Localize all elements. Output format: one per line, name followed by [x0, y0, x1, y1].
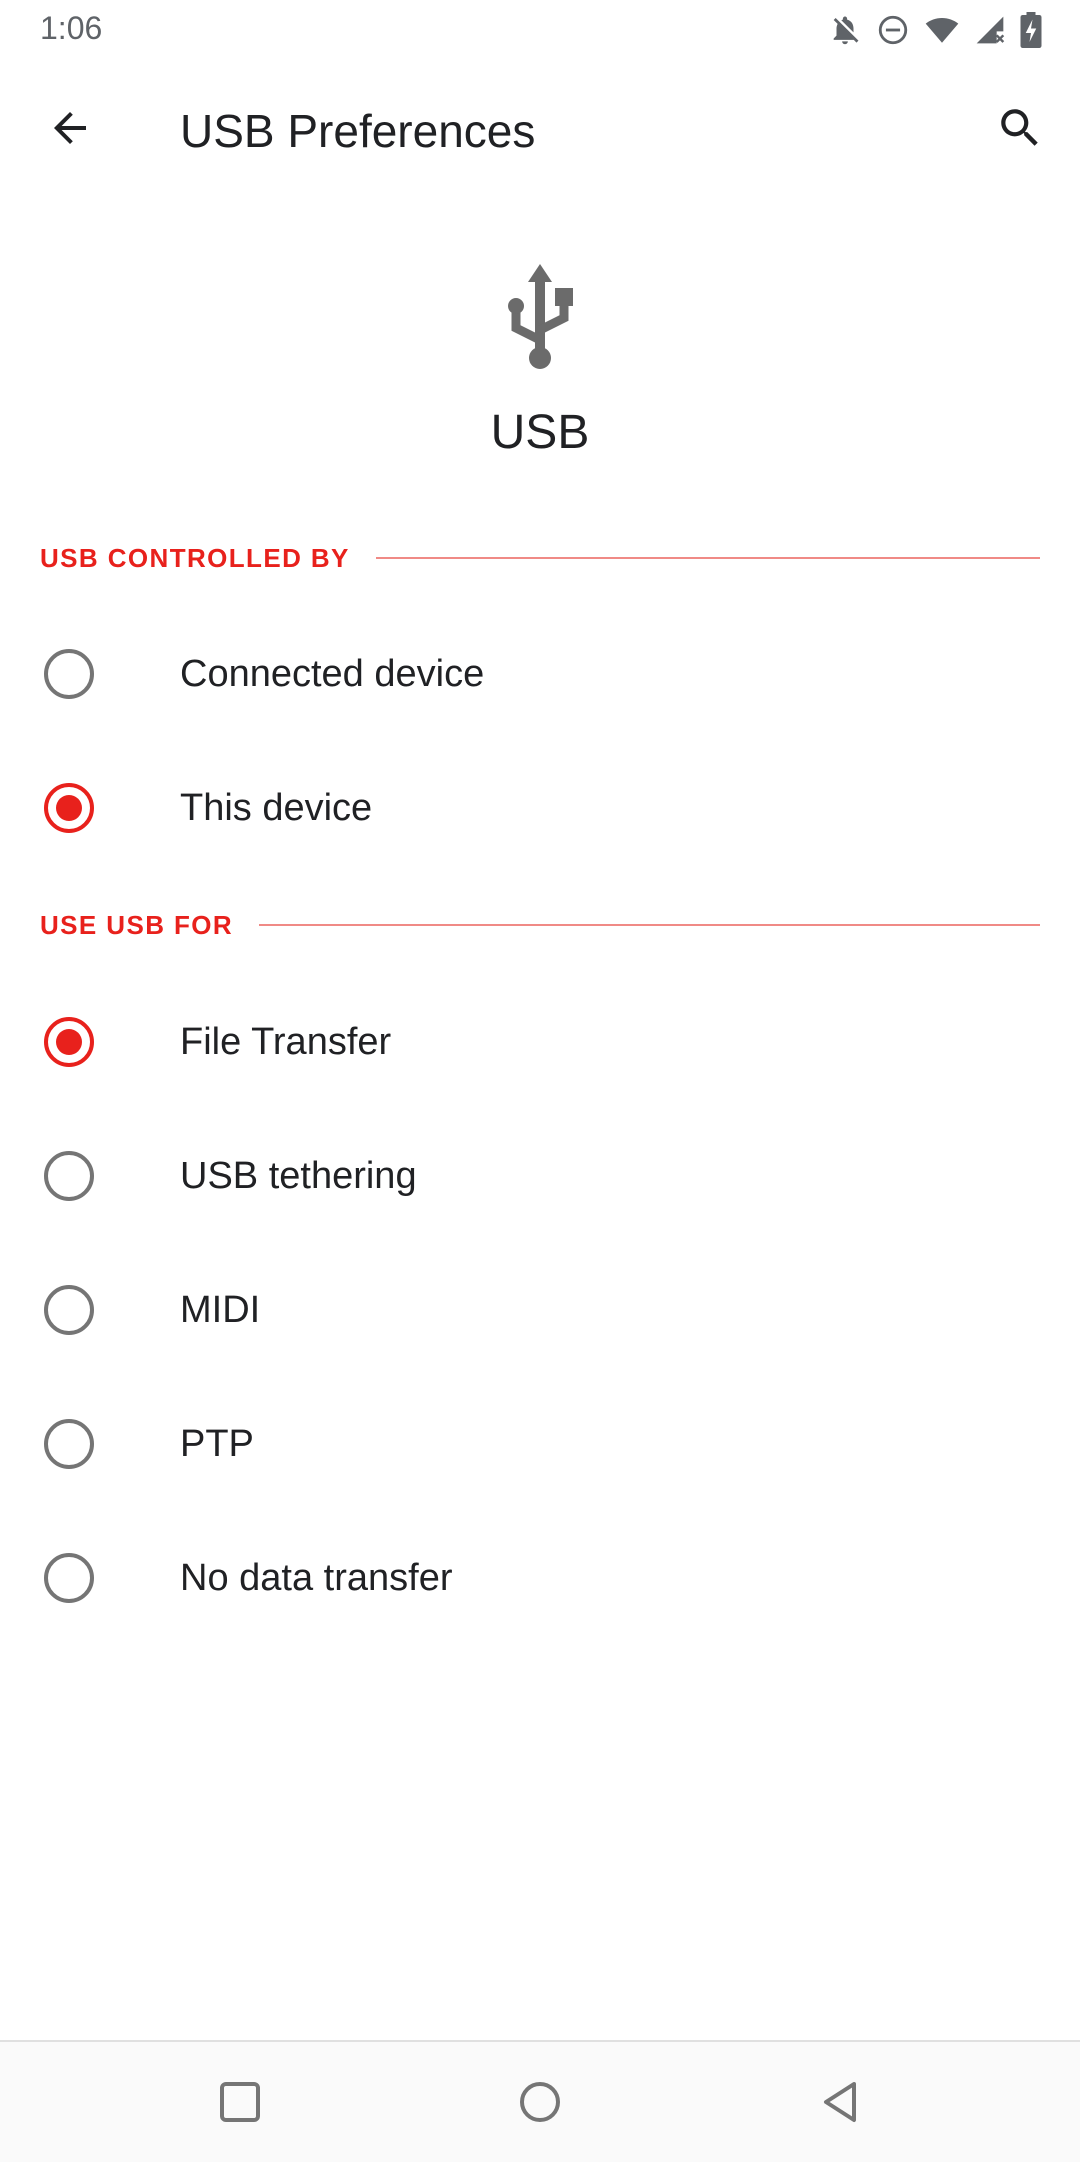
option-no-data-transfer[interactable]: No data transfer	[0, 1511, 1080, 1645]
option-label: USB tethering	[180, 1155, 417, 1197]
navigation-bar	[0, 2040, 1080, 2162]
radio-button[interactable]	[44, 1419, 94, 1469]
section-header-usb-controlled-by: USB CONTROLLED BY	[40, 538, 1040, 578]
battery-charging-icon	[1020, 12, 1042, 48]
usb-icon	[500, 262, 580, 372]
home-button[interactable]	[510, 2072, 570, 2132]
section-label: USE USB FOR	[40, 909, 234, 940]
option-midi[interactable]: MIDI	[0, 1243, 1080, 1377]
back-icon	[824, 2082, 856, 2122]
radio-button-selected[interactable]	[44, 783, 94, 833]
usb-title: USB	[490, 406, 590, 459]
cell-signal-icon	[974, 13, 1006, 47]
section-label: USB CONTROLLED BY	[40, 542, 350, 573]
option-label: File Transfer	[180, 1021, 392, 1063]
option-connected-device[interactable]: Connected device	[0, 607, 1080, 741]
section-divider	[375, 557, 1040, 559]
radio-button[interactable]	[44, 1285, 94, 1335]
option-this-device[interactable]: This device	[0, 741, 1080, 875]
home-icon	[520, 2082, 560, 2122]
option-usb-tethering[interactable]: USB tethering	[0, 1109, 1080, 1243]
option-label: Connected device	[180, 653, 485, 695]
back-arrow-icon	[54, 112, 86, 144]
status-bar: 1:06	[0, 0, 1080, 60]
radio-button[interactable]	[44, 1553, 94, 1603]
section-header-use-usb-for: USE USB FOR	[40, 905, 1040, 945]
recents-icon	[220, 2082, 260, 2122]
option-ptp[interactable]: PTP	[0, 1377, 1080, 1511]
radio-button[interactable]	[44, 1151, 94, 1201]
option-label: MIDI	[180, 1289, 261, 1331]
option-label: No data transfer	[180, 1557, 453, 1599]
back-button[interactable]	[30, 88, 110, 168]
search-button[interactable]	[980, 88, 1060, 168]
option-label: PTP	[180, 1423, 254, 1465]
radio-button[interactable]	[44, 649, 94, 699]
do-not-disturb-icon	[876, 13, 910, 47]
option-label: This device	[180, 787, 373, 829]
recents-button[interactable]	[210, 2072, 270, 2132]
section-divider	[259, 924, 1040, 926]
status-time: 1:06	[40, 10, 103, 46]
wifi-icon	[924, 13, 960, 47]
status-icons	[828, 10, 1042, 50]
option-file-transfer[interactable]: File Transfer	[0, 975, 1080, 1109]
notifications-off-icon	[828, 13, 862, 47]
search-icon	[1001, 109, 1038, 146]
page-title: USB Preferences	[180, 105, 536, 157]
nav-back-button[interactable]	[810, 2072, 870, 2132]
radio-button-selected[interactable]	[44, 1017, 94, 1067]
app-bar: USB Preferences	[0, 60, 1080, 200]
